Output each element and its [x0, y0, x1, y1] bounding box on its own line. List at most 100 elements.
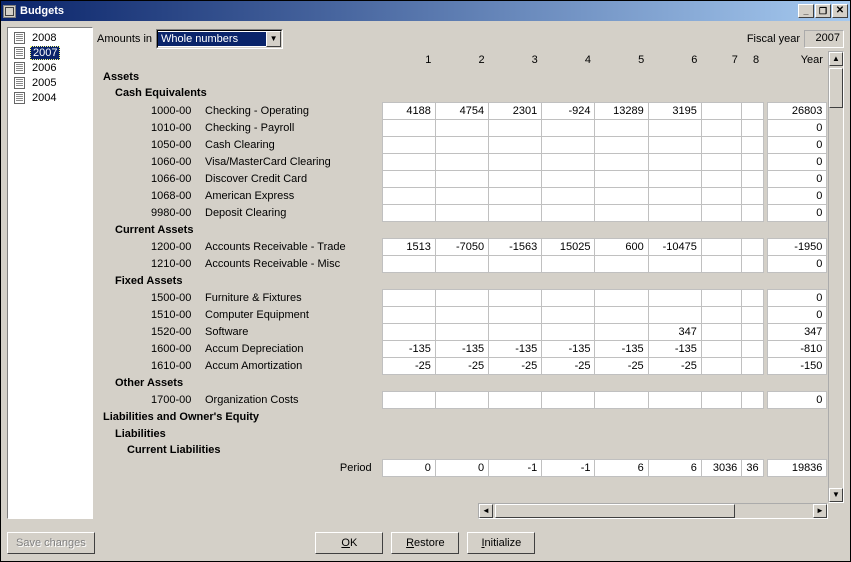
budget-cell[interactable]	[742, 153, 763, 170]
budget-cell[interactable]	[701, 357, 741, 374]
budget-cell[interactable]	[595, 119, 648, 136]
sidebar-year-item[interactable]: 2008	[12, 30, 88, 45]
budget-cell[interactable]	[435, 136, 488, 153]
amounts-in-dropdown[interactable]: Whole numbers ▼	[156, 29, 283, 49]
budget-cell[interactable]	[542, 136, 595, 153]
budget-cell[interactable]	[648, 170, 701, 187]
year-total-cell[interactable]: -1950	[767, 238, 827, 255]
budget-cell[interactable]	[742, 204, 763, 221]
budget-cell[interactable]: 3195	[648, 102, 701, 119]
budget-cell[interactable]	[595, 306, 648, 323]
budget-cell[interactable]	[489, 323, 542, 340]
year-total-cell[interactable]: 0	[767, 289, 827, 306]
budget-cell[interactable]	[648, 255, 701, 272]
budget-cell[interactable]	[648, 391, 701, 408]
budget-cell[interactable]	[595, 289, 648, 306]
budget-cell[interactable]	[742, 306, 763, 323]
budget-cell[interactable]	[701, 306, 741, 323]
minimize-button[interactable]: _	[798, 4, 814, 18]
budget-cell[interactable]	[742, 255, 763, 272]
budget-cell[interactable]	[701, 153, 741, 170]
budget-cell[interactable]: -135	[595, 340, 648, 357]
budget-cell[interactable]	[648, 204, 701, 221]
budget-cell[interactable]	[595, 255, 648, 272]
budget-cell[interactable]	[489, 170, 542, 187]
budget-cell[interactable]	[489, 391, 542, 408]
year-total-cell[interactable]: 347	[767, 323, 827, 340]
budget-cell[interactable]	[435, 306, 488, 323]
scroll-down-icon[interactable]: ▼	[829, 488, 843, 502]
budget-cell[interactable]	[701, 204, 741, 221]
budget-cell[interactable]: 15025	[542, 238, 595, 255]
budget-cell[interactable]: 1513	[382, 238, 435, 255]
year-total-cell[interactable]: 0	[767, 136, 827, 153]
scroll-thumb[interactable]	[829, 68, 843, 108]
budget-cell[interactable]: -25	[648, 357, 701, 374]
budget-cell[interactable]: -1563	[489, 238, 542, 255]
budget-cell[interactable]	[701, 136, 741, 153]
budget-cell[interactable]	[595, 323, 648, 340]
budget-cell[interactable]	[595, 391, 648, 408]
scroll-up-icon[interactable]: ▲	[829, 52, 843, 66]
budget-cell[interactable]	[742, 323, 763, 340]
budget-cell[interactable]	[489, 119, 542, 136]
scroll-thumb-h[interactable]	[495, 504, 735, 518]
year-total-cell[interactable]: 0	[767, 170, 827, 187]
budget-cell[interactable]	[382, 153, 435, 170]
budget-cell[interactable]: -135	[382, 340, 435, 357]
budget-cell[interactable]	[435, 255, 488, 272]
budget-cell[interactable]: -10475	[648, 238, 701, 255]
budget-cell[interactable]: -25	[435, 357, 488, 374]
budget-cell[interactable]	[382, 204, 435, 221]
budget-cell[interactable]	[595, 187, 648, 204]
budget-cell[interactable]: -135	[648, 340, 701, 357]
budget-cell[interactable]: -135	[489, 340, 542, 357]
budget-cell[interactable]	[382, 255, 435, 272]
budget-cell[interactable]	[382, 391, 435, 408]
year-total-cell[interactable]: -810	[767, 340, 827, 357]
year-total-cell[interactable]: 0	[767, 187, 827, 204]
budget-cell[interactable]	[435, 391, 488, 408]
budget-cell[interactable]	[648, 187, 701, 204]
titlebar[interactable]: Budgets _ ❐ ✕	[1, 1, 850, 21]
budget-cell[interactable]	[701, 238, 741, 255]
budget-cell[interactable]	[742, 340, 763, 357]
budget-cell[interactable]	[489, 153, 542, 170]
year-total-cell[interactable]: 0	[767, 391, 827, 408]
budget-cell[interactable]: 13289	[595, 102, 648, 119]
budget-cell[interactable]	[382, 306, 435, 323]
budget-cell[interactable]	[701, 170, 741, 187]
budget-cell[interactable]: -135	[435, 340, 488, 357]
budget-cell[interactable]	[542, 204, 595, 221]
year-total-cell[interactable]: 0	[767, 119, 827, 136]
budget-cell[interactable]	[382, 289, 435, 306]
vertical-scrollbar[interactable]: ▲ ▼	[828, 51, 844, 503]
year-total-cell[interactable]: 26803	[767, 102, 827, 119]
budget-cell[interactable]	[542, 170, 595, 187]
year-total-cell[interactable]: 0	[767, 306, 827, 323]
budget-cell[interactable]	[542, 323, 595, 340]
ok-button[interactable]: OK	[315, 532, 383, 554]
budget-cell[interactable]	[382, 323, 435, 340]
budget-cell[interactable]	[435, 289, 488, 306]
budget-cell[interactable]	[701, 340, 741, 357]
sidebar-year-item[interactable]: 2005	[12, 75, 88, 90]
year-total-cell[interactable]: 0	[767, 153, 827, 170]
sidebar-year-item[interactable]: 2006	[12, 60, 88, 75]
budget-cell[interactable]	[382, 136, 435, 153]
budget-cell[interactable]	[382, 170, 435, 187]
restore-button[interactable]: ❐	[815, 4, 831, 18]
budget-cell[interactable]: -7050	[435, 238, 488, 255]
scroll-left-icon[interactable]: ◄	[479, 504, 493, 518]
budget-cell[interactable]	[382, 119, 435, 136]
budget-cell[interactable]	[489, 136, 542, 153]
restore-button-footer[interactable]: Restore	[391, 532, 459, 554]
budget-cell[interactable]: 2301	[489, 102, 542, 119]
budget-cell[interactable]	[701, 391, 741, 408]
budget-cell[interactable]	[648, 136, 701, 153]
budget-cell[interactable]: -25	[489, 357, 542, 374]
budget-cell[interactable]: 347	[648, 323, 701, 340]
budget-cell[interactable]	[742, 391, 763, 408]
budget-cell[interactable]	[435, 170, 488, 187]
budget-cell[interactable]	[595, 204, 648, 221]
